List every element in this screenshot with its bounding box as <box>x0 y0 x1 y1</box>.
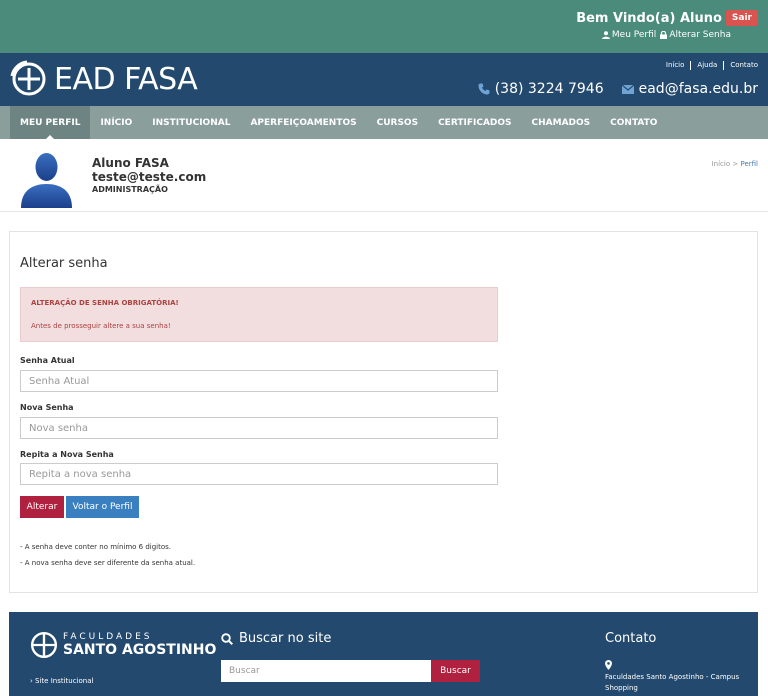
logout-button[interactable]: Sair <box>725 10 758 26</box>
nav-item-contato[interactable]: CONTATO <box>600 106 667 139</box>
nav-item-chamados[interactable]: CHAMADOS <box>522 106 601 139</box>
header-contact: (38) 3224 7946 ead@fasa.edu.br <box>478 81 758 97</box>
footer-logo-line1: FACULDADES <box>63 632 153 642</box>
nav-item-institucional[interactable]: INSTITUCIONAL <box>142 106 240 139</box>
my-profile-label: Meu Perfil <box>611 30 657 40</box>
repeat-password-input[interactable] <box>20 463 498 485</box>
footer-address: Faculdades Santo Agostinho - Campus Shop… <box>605 673 740 692</box>
password-rule-note: - A senha deve conter no mínimo 6 digito… <box>20 543 172 551</box>
user-icon <box>601 31 610 39</box>
footer-search-button[interactable]: Buscar <box>431 660 480 682</box>
santo-agostinho-logo[interactable]: FACULDADES SANTO AGOSTINHO <box>29 630 216 660</box>
divider <box>723 61 725 70</box>
breadcrumb-home[interactable]: Início <box>712 160 731 168</box>
top-bar: Bem Vindo(a) Aluno Sair Meu Perfil Alter… <box>0 0 768 53</box>
ead-fasa-logo[interactable]: EAD FASA <box>10 60 198 98</box>
util-link-ajuda[interactable]: Ajuda <box>697 61 717 70</box>
back-to-profile-button[interactable]: Voltar o Perfil <box>66 496 139 518</box>
change-password-panel: Alterar senha ALTERAÇÃO DE SENHA OBRIGAT… <box>9 231 758 593</box>
utility-links: Início Ajuda Contato <box>666 61 758 70</box>
divider <box>690 61 692 70</box>
profile-name: Aluno FASA <box>92 156 169 170</box>
site-header: EAD FASA Início Ajuda Contato (38) 3224 … <box>0 53 768 106</box>
fasa-logo-icon <box>30 631 58 659</box>
main-nav: MEU PERFIL INÍCIO INSTITUCIONAL APERFEIÇ… <box>0 106 768 140</box>
change-password-link[interactable]: Alterar Senha <box>660 30 731 40</box>
alert-title: ALTERAÇÃO DE SENHA OBRIGATÓRIA! <box>31 299 179 307</box>
breadcrumb-separator: > <box>732 160 739 168</box>
util-link-contato[interactable]: Contato <box>730 61 758 70</box>
search-icon <box>221 632 233 645</box>
email-address: ead@fasa.edu.br <box>638 81 758 97</box>
footer-link-site-institucional[interactable]: › Site Institucional <box>30 677 93 685</box>
change-password-label: Alterar Senha <box>669 30 731 40</box>
footer-link-label: Site Institucional <box>35 677 94 685</box>
site-footer: FACULDADES SANTO AGOSTINHO › Site Instit… <box>9 612 758 696</box>
profile-role: ADMINISTRAÇÃO <box>92 185 168 194</box>
alert-text: Antes de prosseguir altere a sua senha! <box>31 322 171 330</box>
footer-search-label: Buscar no site <box>239 631 332 646</box>
profile-header: Aluno FASA teste@teste.com ADMINISTRAÇÃO… <box>0 139 768 212</box>
breadcrumb: Início > Perfil <box>712 160 758 168</box>
email-contact[interactable]: ead@fasa.edu.br <box>621 81 758 97</box>
welcome-text: Bem Vindo(a) Aluno <box>576 10 722 26</box>
envelope-icon <box>621 84 634 94</box>
footer-search-title: Buscar no site <box>221 631 331 646</box>
welcome-area: Bem Vindo(a) Aluno Sair <box>576 10 758 26</box>
footer-contact-title: Contato <box>605 631 657 646</box>
footer-search-input[interactable] <box>221 660 431 682</box>
alterar-button[interactable]: Alterar <box>20 496 64 518</box>
footer-logo-text: FACULDADES SANTO AGOSTINHO <box>63 632 216 658</box>
my-profile-link[interactable]: Meu Perfil <box>601 30 657 40</box>
breadcrumb-current: Perfil <box>740 160 758 168</box>
nav-item-meu-perfil[interactable]: MEU PERFIL <box>10 106 91 140</box>
nav-item-aperfeicoamentos[interactable]: APERFEIÇOAMENTOS <box>240 106 366 139</box>
phone-icon <box>478 83 490 95</box>
lock-icon <box>660 31 668 39</box>
logo-text: EAD FASA <box>54 61 198 97</box>
profile-email: teste@teste.com <box>92 170 207 184</box>
new-password-input[interactable] <box>20 417 498 439</box>
util-link-inicio[interactable]: Início <box>666 61 685 70</box>
password-rule-note: - A nova senha deve ser diferente da sen… <box>20 559 196 567</box>
nav-item-inicio[interactable]: INÍCIO <box>90 106 142 139</box>
avatar <box>21 153 72 208</box>
panel-title: Alterar senha <box>20 256 108 271</box>
map-pin-icon <box>605 660 612 670</box>
password-alert: ALTERAÇÃO DE SENHA OBRIGATÓRIA! Antes de… <box>20 287 498 342</box>
phone-number: (38) 3224 7946 <box>494 81 604 97</box>
current-password-input[interactable] <box>20 370 498 392</box>
footer-logo-line2: SANTO AGOSTINHO <box>63 642 217 658</box>
nav-item-cursos[interactable]: CURSOS <box>367 106 428 139</box>
account-links: Meu Perfil Alterar Senha <box>601 30 731 40</box>
current-password-label: Senha Atual <box>20 356 75 365</box>
phone-contact[interactable]: (38) 3224 7946 <box>478 81 604 97</box>
fasa-logo-icon <box>10 60 46 96</box>
new-password-label: Nova Senha <box>20 403 74 412</box>
repeat-password-label: Repita a Nova Senha <box>20 450 114 459</box>
nav-item-certificados[interactable]: CERTIFICADOS <box>428 106 521 139</box>
